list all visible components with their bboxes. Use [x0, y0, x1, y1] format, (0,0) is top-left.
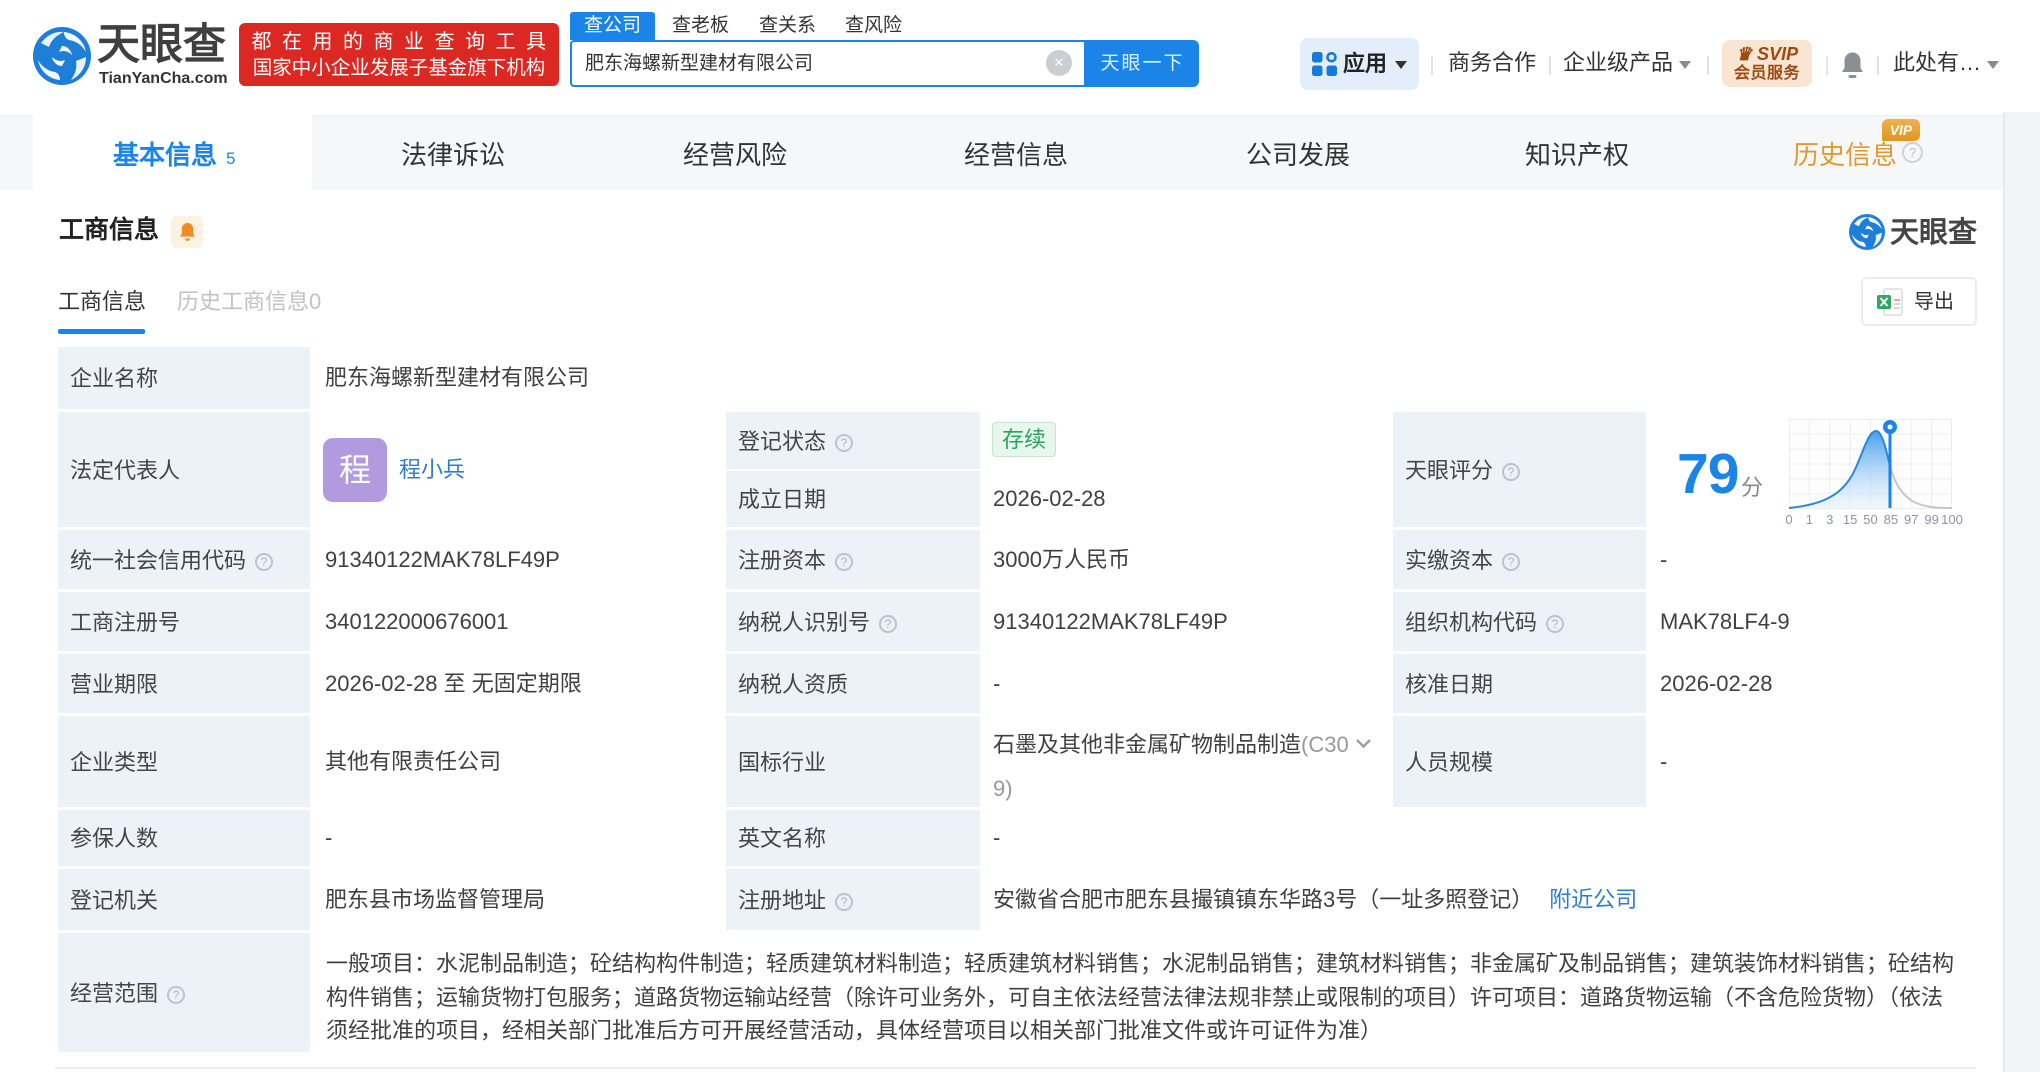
svg-text:50: 50	[1863, 512, 1877, 527]
svg-text:1: 1	[1806, 512, 1813, 527]
svg-text:99: 99	[1924, 512, 1938, 527]
svg-text:85: 85	[1884, 512, 1898, 527]
svg-text:15: 15	[1843, 512, 1857, 527]
svg-text:3: 3	[1826, 512, 1833, 527]
svg-text:100: 100	[1941, 512, 1963, 527]
svg-text:97: 97	[1904, 512, 1918, 527]
svg-text:0: 0	[1785, 512, 1792, 527]
